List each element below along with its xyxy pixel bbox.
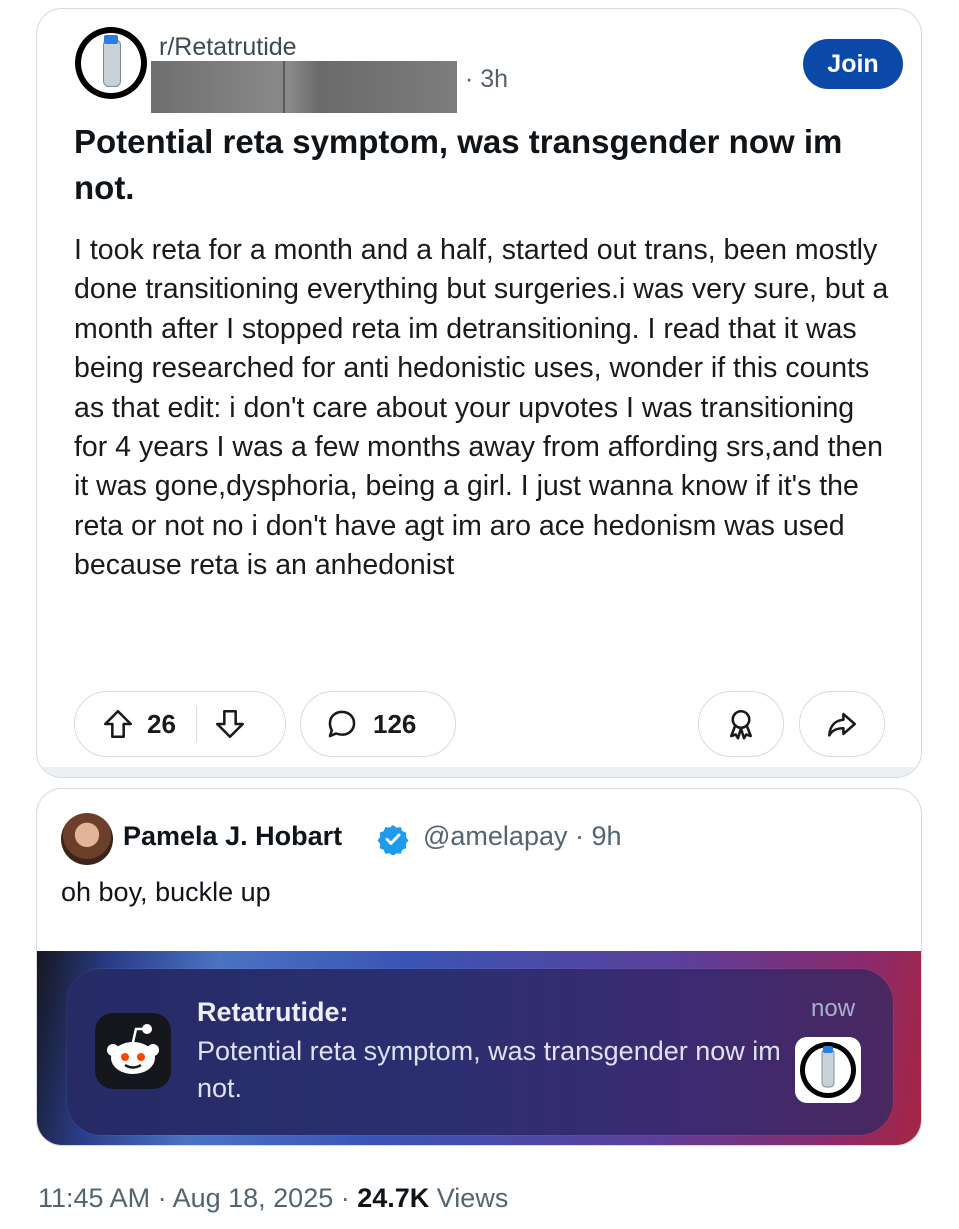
timestamp[interactable]: 11:45 AM · Aug 18, 2025 ·	[38, 1183, 357, 1213]
subreddit-name[interactable]: r/Retatrutide	[159, 33, 297, 62]
author-handle[interactable]: @amelapay · 9h	[423, 821, 622, 852]
post-body: I took reta for a month and a half, star…	[74, 234, 889, 582]
attached-image[interactable]: Retatrutide: Potential reta symptom, was…	[37, 951, 921, 1145]
notification-thumbnail	[795, 1037, 861, 1103]
comment-icon	[325, 707, 359, 741]
downvote-icon[interactable]	[213, 707, 247, 741]
notification-title: Retatrutide:	[197, 997, 349, 1027]
reddit-post-card[interactable]: r/Retatrutide · 3h Join Potential reta s…	[36, 8, 922, 778]
vote-control: 26	[74, 691, 286, 757]
views-label: Views	[429, 1183, 509, 1213]
tweet-text: oh boy, buckle up	[61, 877, 271, 907]
upvote-count: 26	[147, 708, 176, 739]
notification-message: Potential reta symptom, was transgender …	[197, 1036, 781, 1103]
tweet-metadata: 11:45 AM · Aug 18, 2025 · 24.7K Views	[38, 1183, 508, 1214]
comments-button[interactable]: 126	[300, 691, 456, 757]
share-icon	[825, 707, 859, 741]
subreddit-avatar[interactable]	[75, 27, 147, 99]
notification-banner: Retatrutide: Potential reta symptom, was…	[67, 969, 893, 1135]
post-title[interactable]: Potential reta symptom, was transgender …	[74, 119, 894, 211]
post-age: · 3h	[465, 65, 509, 93]
avatar[interactable]	[61, 813, 113, 865]
verified-badge-icon	[377, 825, 409, 855]
vote-divider	[195, 706, 198, 742]
views-count: 24.7K	[357, 1183, 430, 1213]
notification-time: now	[811, 995, 856, 1022]
award-button[interactable]	[698, 691, 784, 757]
upvote-icon[interactable]	[101, 707, 135, 741]
quote-tweet-card[interactable]: Pamela J. Hobart @amelapay · 9h oh boy, …	[36, 788, 922, 1146]
share-button[interactable]	[799, 691, 885, 757]
redacted-username	[151, 61, 457, 113]
join-button[interactable]: Join	[803, 39, 903, 89]
comment-count: 126	[373, 708, 417, 739]
card-bottom-shade	[37, 767, 921, 777]
reddit-app-icon	[95, 1013, 171, 1089]
award-icon	[723, 706, 759, 742]
author-name[interactable]: Pamela J. Hobart	[123, 821, 342, 852]
